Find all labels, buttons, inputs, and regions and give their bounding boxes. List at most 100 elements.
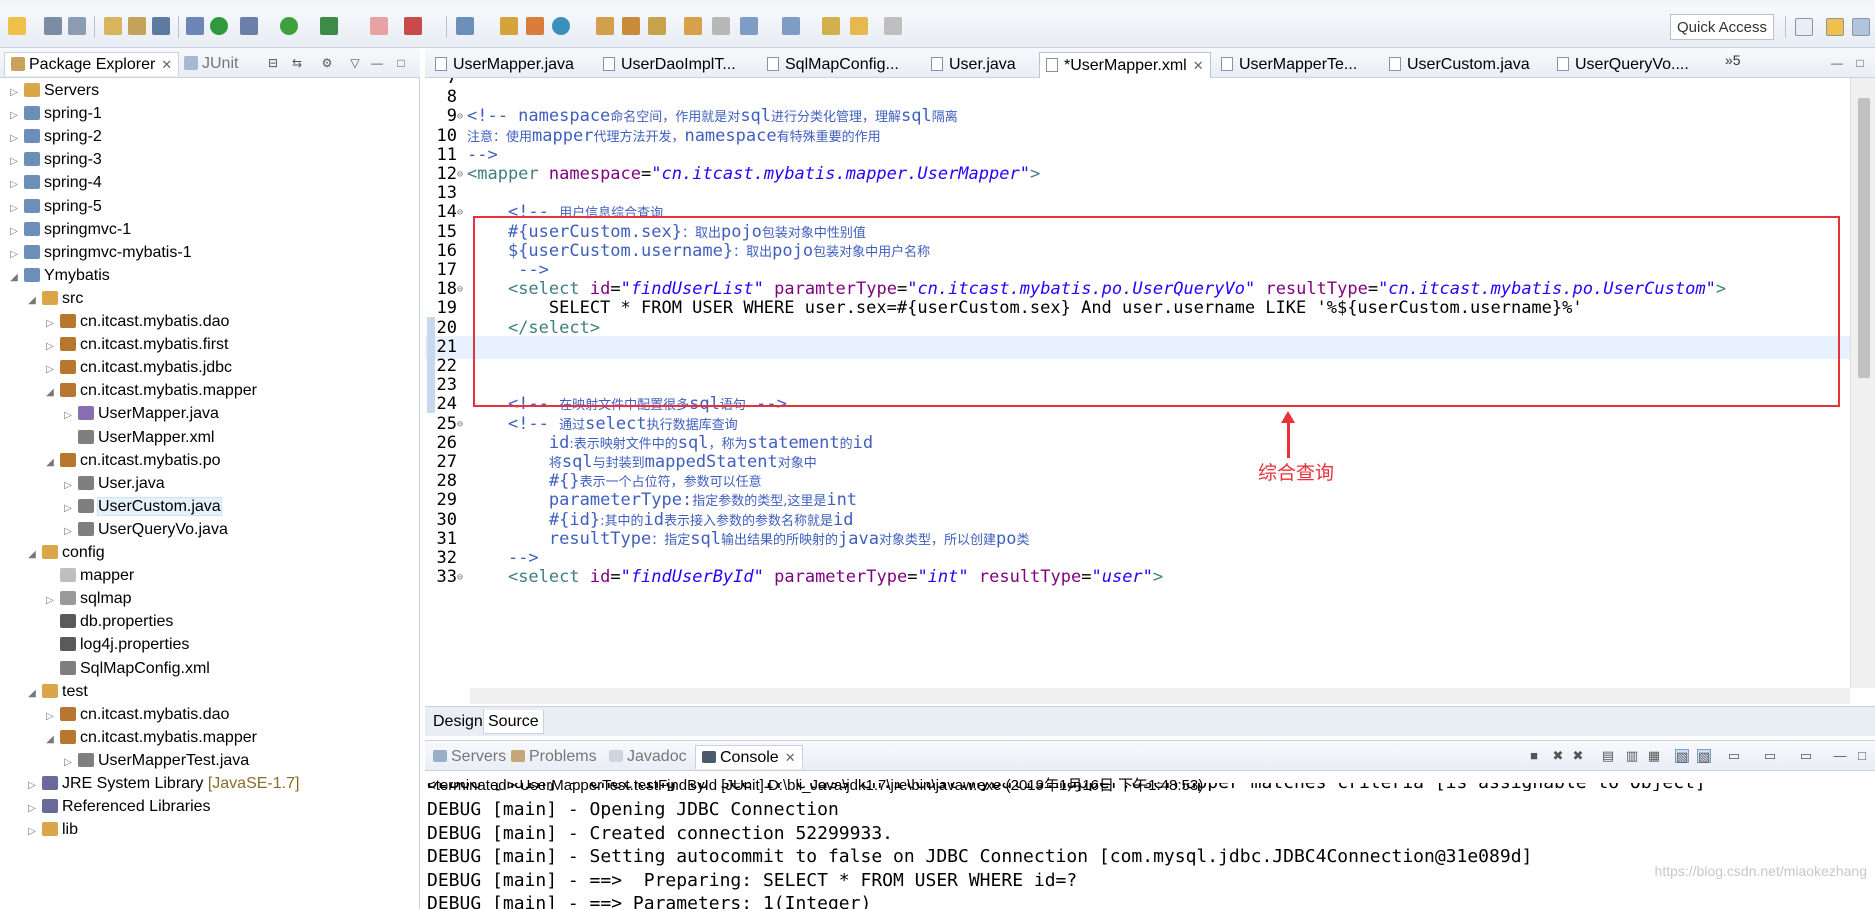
- tab-source[interactable]: Source: [483, 710, 544, 734]
- tree-item[interactable]: ▷ springmvc-1: [8, 219, 131, 241]
- new-java-class-icon[interactable]: [500, 17, 518, 35]
- horizontal-scrollbar[interactable]: [470, 688, 1850, 704]
- tree-item[interactable]: ◢ src: [26, 288, 83, 310]
- display-console-icon[interactable]: ▭: [1763, 749, 1777, 763]
- java-ee-perspective-icon[interactable]: [1826, 18, 1844, 36]
- twisty-icon[interactable]: ▷: [62, 475, 74, 497]
- editor-tab[interactable]: *UserMapper.xml ✕: [1039, 52, 1211, 78]
- stop-server-icon[interactable]: [370, 17, 388, 35]
- tree-item[interactable]: ▷ UserMapperTest.java: [62, 750, 249, 772]
- toggle-block-icon[interactable]: [712, 17, 730, 35]
- maximize-icon[interactable]: □: [1855, 749, 1869, 763]
- close-icon[interactable]: ✕: [1193, 58, 1204, 73]
- twisty-icon[interactable]: ◢: [44, 452, 56, 474]
- minimize-icon[interactable]: —: [1830, 56, 1844, 70]
- tree-item[interactable]: ▷ spring-5: [8, 196, 102, 218]
- scrollbar-thumb[interactable]: [1858, 98, 1870, 378]
- editor-tab[interactable]: UserMapperTe...: [1215, 52, 1363, 78]
- close-icon[interactable]: ✕: [785, 750, 796, 765]
- open-type-icon[interactable]: [104, 17, 122, 35]
- code-line[interactable]: 33⊖ <select id="findUserById" parameterT…: [425, 566, 1855, 589]
- tab-design[interactable]: Design: [429, 710, 487, 734]
- twisty-icon[interactable]: ▷: [62, 752, 74, 774]
- tree-item[interactable]: ◢ cn.itcast.mybatis.po: [44, 450, 220, 474]
- editor-tab[interactable]: UserDaoImplT...: [597, 52, 742, 78]
- tree-item[interactable]: UserMapper.xml: [62, 427, 214, 449]
- tree-item[interactable]: ▷ sqlmap: [44, 588, 131, 610]
- tree-item[interactable]: ▷ cn.itcast.mybatis.dao: [44, 704, 229, 726]
- editor-tab[interactable]: User.java: [925, 52, 1022, 78]
- twisty-icon[interactable]: ◢: [26, 683, 38, 705]
- tree-item[interactable]: ◢ Ymybatis: [8, 265, 110, 287]
- terminal-icon[interactable]: [152, 17, 170, 35]
- tabs-overflow-button[interactable]: »5: [1725, 52, 1741, 68]
- twisty-icon[interactable]: ◢: [8, 267, 20, 289]
- tree-item[interactable]: ▷ UserMapper.java: [62, 403, 219, 425]
- twisty-icon[interactable]: ◢: [44, 382, 56, 404]
- minimize-icon[interactable]: —: [370, 56, 384, 70]
- tab-javadoc[interactable]: Javadoc: [603, 745, 693, 769]
- link-editor-icon[interactable]: ⇆: [290, 56, 304, 70]
- twisty-icon[interactable]: ▷: [44, 706, 56, 728]
- twisty-icon[interactable]: ▷: [8, 221, 20, 243]
- tree-item[interactable]: mapper: [44, 565, 134, 587]
- spring-icon[interactable]: [210, 17, 228, 35]
- save-all-icon[interactable]: [68, 17, 86, 35]
- twisty-icon[interactable]: ▷: [44, 359, 56, 381]
- web-browser-icon[interactable]: [552, 17, 570, 35]
- last-edit-icon[interactable]: [822, 17, 840, 35]
- twisty-icon[interactable]: ▷: [8, 244, 20, 266]
- previous-annotation-icon[interactable]: [782, 17, 800, 35]
- open-resource-icon[interactable]: [128, 17, 146, 35]
- twisty-icon[interactable]: ◢: [44, 729, 56, 751]
- editor-tab[interactable]: UserCustom.java: [1383, 52, 1536, 78]
- twisty-icon[interactable]: ▷: [8, 105, 20, 127]
- run-icon[interactable]: [280, 17, 298, 35]
- tab-console[interactable]: Console ✕: [695, 745, 803, 769]
- twisty-icon[interactable]: ▷: [26, 821, 38, 843]
- show-on-error-icon[interactable]: ▧: [1697, 749, 1711, 764]
- vertical-scrollbar[interactable]: [1850, 78, 1875, 688]
- tree-item[interactable]: ▷ cn.itcast.mybatis.first: [44, 334, 228, 356]
- skip-breakpoints-icon[interactable]: [186, 17, 204, 35]
- tree-item[interactable]: ▷ Servers: [8, 80, 99, 102]
- twisty-icon[interactable]: ▷: [8, 198, 20, 220]
- maximize-icon[interactable]: □: [394, 56, 408, 70]
- mark-occurrences-icon[interactable]: [684, 17, 702, 35]
- chevron-down-icon[interactable]: ▽: [348, 56, 362, 70]
- java-perspective-icon[interactable]: [1852, 18, 1870, 36]
- tree-item[interactable]: ▷ spring-2: [8, 126, 102, 148]
- twisty-icon[interactable]: ▷: [26, 798, 38, 820]
- scroll-lock-icon[interactable]: ▥: [1625, 749, 1639, 763]
- tree-item[interactable]: ▷ UserCustom.java: [62, 496, 222, 518]
- tree-item[interactable]: ◢ config: [26, 542, 105, 564]
- open-task-icon[interactable]: [596, 17, 614, 35]
- editor-tab[interactable]: SqlMapConfig...: [761, 52, 905, 78]
- view-menu-icon[interactable]: ⚙: [320, 56, 334, 70]
- twisty-icon[interactable]: ◢: [26, 290, 38, 312]
- remove-launch-icon[interactable]: ✖: [1551, 749, 1565, 763]
- collapse-all-icon[interactable]: ⊟: [266, 56, 280, 70]
- tree-item[interactable]: ▷ lib: [26, 819, 78, 841]
- tree-item[interactable]: ▷ spring-1: [8, 103, 102, 125]
- minimize-icon[interactable]: —: [1833, 749, 1847, 763]
- new-icon[interactable]: [8, 17, 26, 35]
- open-perspective-icon[interactable]: [1795, 18, 1813, 36]
- tree-item[interactable]: ▷ cn.itcast.mybatis.jdbc: [44, 357, 232, 379]
- pin-console-icon[interactable]: ▭: [1727, 749, 1741, 763]
- tree-item[interactable]: ▷ spring-3: [8, 149, 102, 171]
- search-icon[interactable]: [456, 17, 474, 35]
- clear-console-icon[interactable]: ▤: [1601, 749, 1615, 763]
- tree-item[interactable]: ◢ cn.itcast.mybatis.mapper: [44, 380, 257, 402]
- quick-access-field[interactable]: Quick Access: [1670, 14, 1774, 40]
- tree-item[interactable]: db.properties: [44, 611, 173, 633]
- tree-item[interactable]: ◢ test: [26, 681, 88, 703]
- tab-junit[interactable]: JUnit: [178, 52, 244, 76]
- open-folder-icon[interactable]: [622, 17, 640, 35]
- save-icon[interactable]: [44, 17, 62, 35]
- pencil-icon[interactable]: [648, 17, 666, 35]
- tab-package-explorer[interactable]: Package Explorer ✕: [4, 52, 180, 76]
- twisty-icon[interactable]: ▷: [62, 521, 74, 543]
- tree-item[interactable]: ▷ cn.itcast.mybatis.dao: [44, 311, 229, 333]
- maximize-icon[interactable]: □: [1853, 56, 1867, 70]
